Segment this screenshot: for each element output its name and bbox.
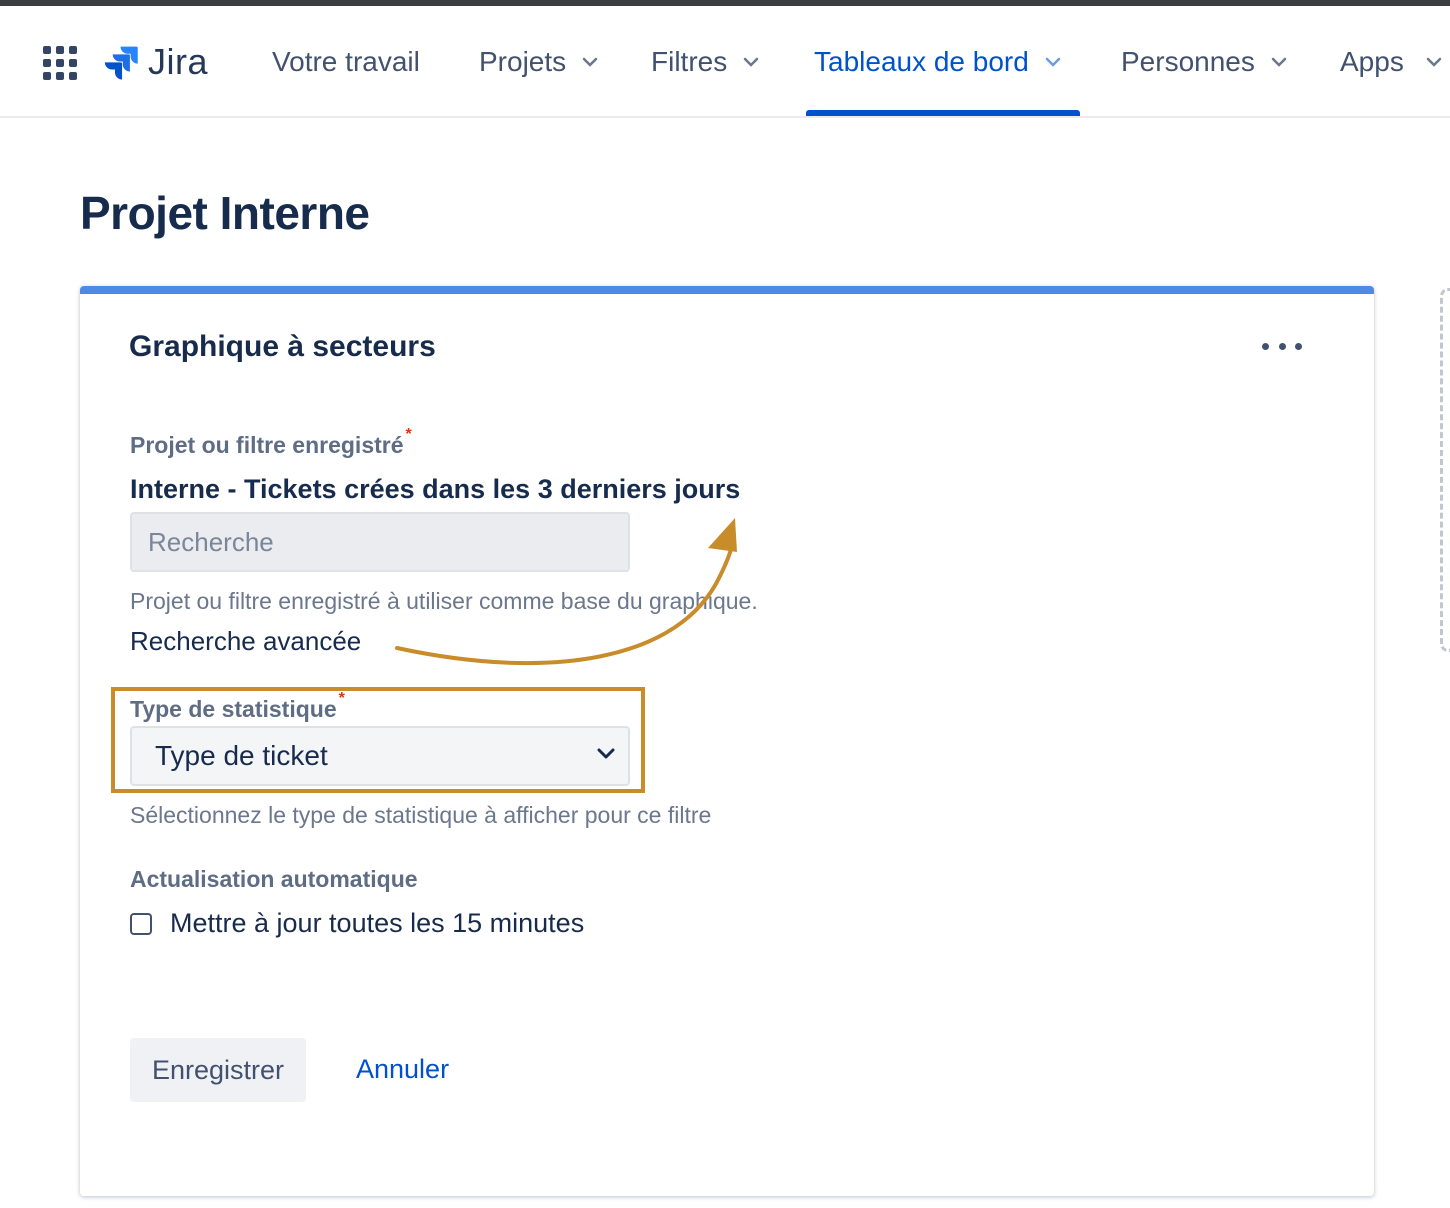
nav-item-label: Tableaux de bord xyxy=(814,46,1029,77)
jira-logo[interactable]: Jira xyxy=(102,40,208,84)
nav-item-label: Votre travail xyxy=(272,46,420,77)
nav-personnes[interactable]: Personnes xyxy=(1121,6,1287,118)
chevron-down-icon xyxy=(596,747,616,765)
nav-item-label: Personnes xyxy=(1121,46,1255,77)
auto-refresh-option[interactable]: Mettre à jour toutes les 15 minutes xyxy=(130,908,584,939)
chevron-down-icon xyxy=(743,57,759,67)
chevron-down-icon xyxy=(582,57,598,67)
nav-item-label: Projets xyxy=(479,46,567,77)
chevron-down-icon xyxy=(1045,57,1061,67)
nav-votre-travail[interactable]: Votre travail xyxy=(272,6,420,118)
statistic-type-help: Sélectionnez le type de statistique à af… xyxy=(130,802,712,828)
cancel-button[interactable]: Annuler xyxy=(356,1054,449,1085)
project-filter-label: Projet ou filtre enregistré * xyxy=(130,426,412,459)
project-filter-help: Projet ou filtre enregistré à utiliser c… xyxy=(130,588,758,614)
nav-tableaux-de-bord[interactable]: Tableaux de bord xyxy=(814,6,1061,118)
project-filter-label-text: Projet ou filtre enregistré xyxy=(130,432,404,458)
advanced-search-link[interactable]: Recherche avancée xyxy=(130,626,361,657)
required-marker: * xyxy=(338,690,345,707)
gadget-title: Graphique à secteurs xyxy=(129,330,436,363)
gadget-color-bar xyxy=(80,286,1374,294)
jira-logo-text: Jira xyxy=(148,41,209,82)
chevron-down-icon xyxy=(1426,57,1442,67)
adjacent-column-dropzone xyxy=(1440,288,1450,652)
pie-chart-gadget: Graphique à secteurs Projet ou filtre en… xyxy=(80,286,1374,1196)
statistic-type-value: Type de ticket xyxy=(155,740,328,771)
jira-logo-icon xyxy=(104,46,138,80)
auto-refresh-label: Actualisation automatique xyxy=(130,866,418,892)
chevron-down-icon xyxy=(1271,57,1287,67)
statistic-type-label-text: Type de statistique xyxy=(130,696,337,722)
page-title: Projet Interne xyxy=(80,187,370,239)
nav-item-label: Filtres xyxy=(651,46,728,77)
active-tab-indicator xyxy=(806,110,1080,116)
selected-filter-name: Interne - Tickets crées dans les 3 derni… xyxy=(130,474,741,504)
grid-icon[interactable] xyxy=(43,46,77,80)
save-button[interactable]: Enregistrer xyxy=(130,1038,306,1102)
nav-projets[interactable]: Projets xyxy=(479,6,598,118)
auto-refresh-checkbox[interactable] xyxy=(130,912,152,935)
statistic-type-select[interactable]: Type de ticket xyxy=(130,726,630,786)
top-navigation: Jira Votre travail Projets Filtres Table… xyxy=(0,6,1450,118)
nav-item-label: Apps xyxy=(1340,46,1404,77)
nav-apps[interactable]: Apps xyxy=(1340,6,1442,118)
filter-search-input[interactable] xyxy=(130,512,630,572)
statistic-type-label: Type de statistique * xyxy=(130,690,345,723)
auto-refresh-checkbox-label: Mettre à jour toutes les 15 minutes xyxy=(170,908,585,938)
required-marker: * xyxy=(405,426,412,443)
nav-filtres[interactable]: Filtres xyxy=(651,6,759,118)
more-horizontal-icon[interactable] xyxy=(1262,334,1302,358)
